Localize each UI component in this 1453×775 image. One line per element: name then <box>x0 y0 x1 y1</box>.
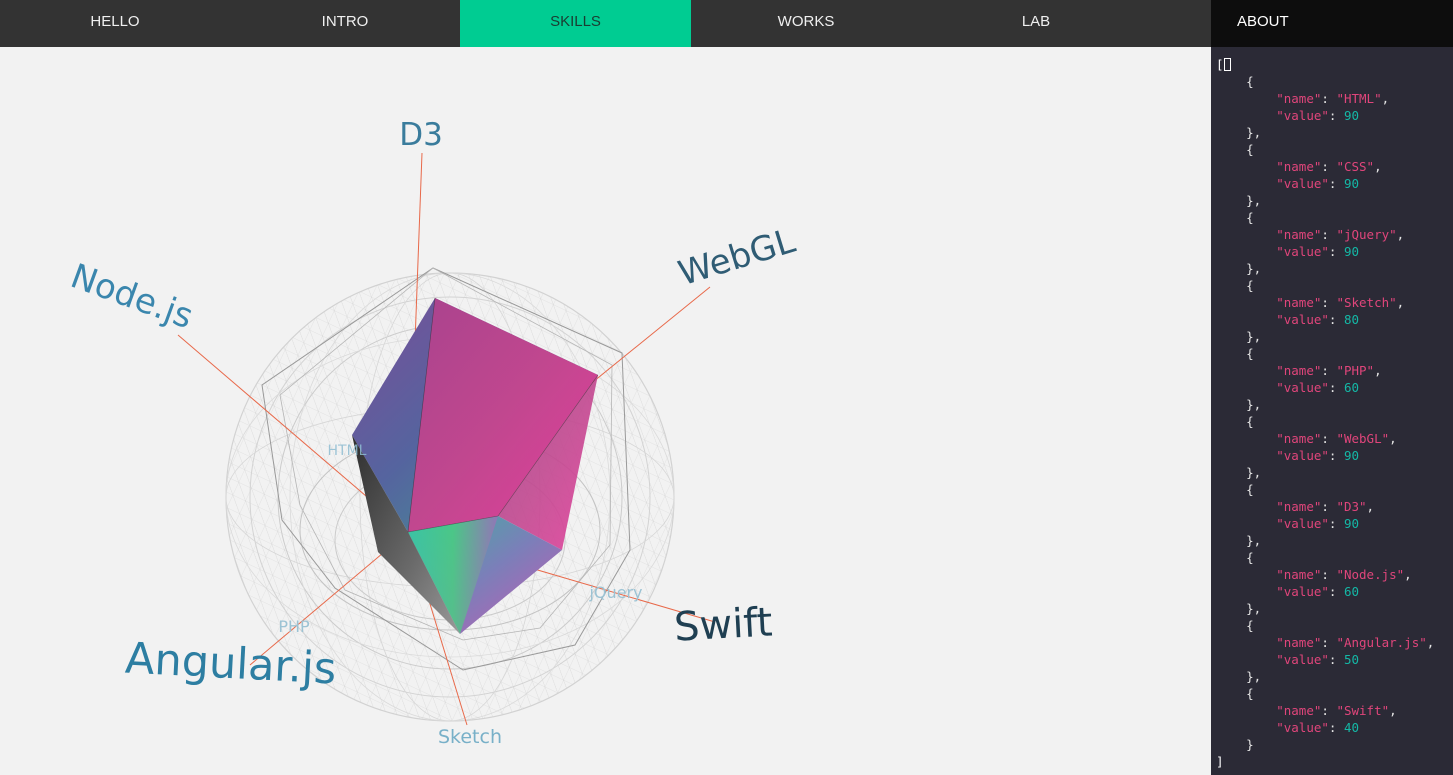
label-html: HTML <box>328 443 367 459</box>
skill-name-value: "Sketch" <box>1336 295 1397 310</box>
code-skill-value: "value": 60 <box>1276 380 1360 395</box>
skill-level-value: 90 <box>1343 108 1360 123</box>
code-skill-name: "name": "CSS", <box>1276 159 1382 174</box>
code-skill-name: "name": "PHP", <box>1276 363 1382 378</box>
skill-name-value: "PHP" <box>1336 363 1375 378</box>
nav-about[interactable]: ABOUT <box>1211 0 1453 47</box>
code-skill-value: "value": 90 <box>1276 108 1360 123</box>
code-brace-close: }, <box>1216 465 1262 480</box>
code-skill-value: "value": 90 <box>1276 176 1360 191</box>
skill-name-value: "jQuery" <box>1336 227 1397 242</box>
code-brace-close: }, <box>1216 261 1262 276</box>
skill-level-value: 90 <box>1343 516 1360 531</box>
skill-name-value: "Angular.js" <box>1336 635 1427 650</box>
top-nav: HELLO INTRO SKILLS WORKS LAB ABOUT <box>0 0 1453 47</box>
skill-level-value: 60 <box>1343 584 1360 599</box>
code-skill-name: "name": "D3", <box>1276 499 1375 514</box>
label-swift: Swift <box>673 599 774 650</box>
nav-lab[interactable]: LAB <box>921 0 1211 47</box>
code-skill-value: "value": 90 <box>1276 516 1360 531</box>
skills-3d-stage[interactable]: D3 WebGL Node.js Swift Angular.js Sketch… <box>0 47 1211 775</box>
code-skill-value: "value": 60 <box>1276 584 1360 599</box>
label-nodejs: Node.js <box>65 256 198 337</box>
code-skill-name: "name": "WebGL", <box>1276 431 1397 446</box>
code-brace-open: { <box>1216 346 1254 361</box>
code-brace-close: }, <box>1216 125 1262 140</box>
label-d3: D3 <box>399 117 443 153</box>
skills-radar-graphic[interactable]: D3 WebGL Node.js Swift Angular.js Sketch… <box>0 47 1211 775</box>
label-angularjs: Angular.js <box>124 634 338 695</box>
text-cursor <box>1223 58 1231 71</box>
skill-level-value: 50 <box>1343 652 1360 667</box>
code-skill-value: "value": 40 <box>1276 720 1360 735</box>
code-brace-open: { <box>1216 686 1254 701</box>
code-brace-open: { <box>1216 550 1254 565</box>
skill-level-value: 90 <box>1343 244 1360 259</box>
label-jquery: jQuery <box>588 583 642 602</box>
code-brace-close: } <box>1216 737 1254 752</box>
code-skill-value: "value": 80 <box>1276 312 1360 327</box>
label-sketch: Sketch <box>438 726 502 748</box>
code-brace-open: { <box>1216 482 1254 497</box>
code-skill-name: "name": "Swift", <box>1276 703 1397 718</box>
nav-intro[interactable]: INTRO <box>230 0 460 47</box>
code-brace-close: }, <box>1216 193 1262 208</box>
skill-level-value: 40 <box>1343 720 1360 735</box>
skill-level-value: 60 <box>1343 380 1360 395</box>
code-skill-value: "value": 90 <box>1276 448 1360 463</box>
skill-name-value: "D3" <box>1336 499 1367 514</box>
nav-hello[interactable]: HELLO <box>0 0 230 47</box>
skill-name-value: "Node.js" <box>1336 567 1405 582</box>
code-brace-close: }, <box>1216 533 1262 548</box>
code-skill-name: "name": "Node.js", <box>1276 567 1412 582</box>
code-brace-close: }, <box>1216 397 1262 412</box>
code-array-open: [ <box>1216 56 1231 73</box>
code-skill-name: "name": "jQuery", <box>1276 227 1405 242</box>
skill-level-value: 90 <box>1343 176 1360 191</box>
code-brace-open: { <box>1216 142 1254 157</box>
code-skill-value: "value": 50 <box>1276 652 1360 667</box>
code-brace-open: { <box>1216 210 1254 225</box>
code-skill-name: "name": "HTML", <box>1276 91 1390 106</box>
skill-name-value: "WebGL" <box>1336 431 1390 446</box>
code-skill-name: "name": "Sketch", <box>1276 295 1405 310</box>
code-brace-close: }, <box>1216 669 1262 684</box>
code-skill-value: "value": 90 <box>1276 244 1360 259</box>
code-brace-open: { <box>1216 74 1254 89</box>
code-brace-close: }, <box>1216 601 1262 616</box>
skill-level-value: 80 <box>1343 312 1360 327</box>
nav-skills[interactable]: SKILLS <box>460 0 691 47</box>
code-brace-open: { <box>1216 618 1254 633</box>
nav-works[interactable]: WORKS <box>691 0 921 47</box>
skill-level-value: 90 <box>1343 448 1360 463</box>
code-brace-open: { <box>1216 414 1254 429</box>
code-brace-open: { <box>1216 278 1254 293</box>
code-skill-name: "name": "Angular.js", <box>1276 635 1435 650</box>
code-array-close: ] <box>1216 754 1224 769</box>
code-brace-close: }, <box>1216 329 1262 344</box>
label-php: PHP <box>278 617 310 636</box>
skill-name-value: "Swift" <box>1336 703 1390 718</box>
skill-name-value: "HTML" <box>1336 91 1382 106</box>
skills-json-panel: [ { "name": "HTML", "value": 90 }, { "na… <box>1211 47 1453 775</box>
skill-name-value: "CSS" <box>1336 159 1375 174</box>
label-webgl: WebGL <box>674 221 800 294</box>
